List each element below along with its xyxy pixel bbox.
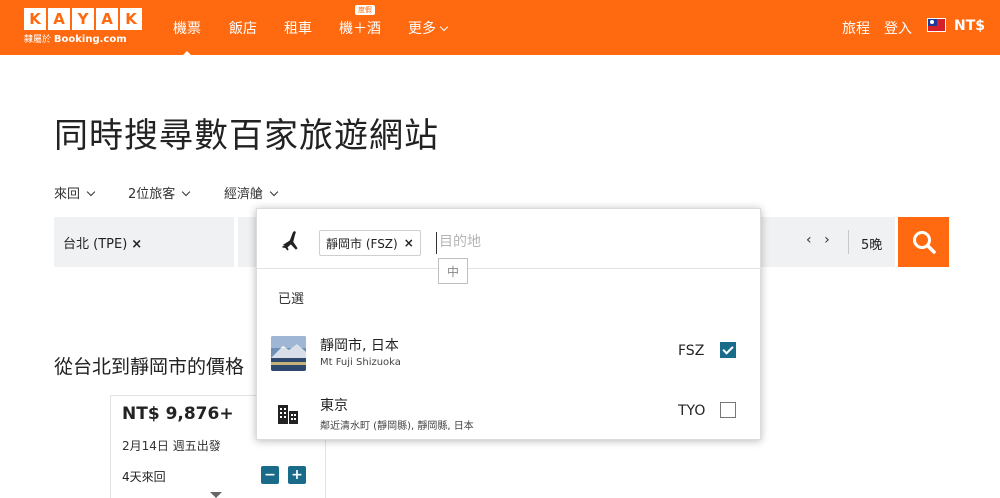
- airport-code: FSZ: [678, 343, 705, 359]
- chevron-left-icon[interactable]: ‹: [806, 232, 812, 248]
- close-icon[interactable]: ×: [131, 237, 142, 252]
- travelers-dropdown[interactable]: 2位旅客: [128, 183, 191, 202]
- origin-chip-label: 台北 (TPE): [63, 237, 128, 252]
- logo-letter: Y: [72, 8, 94, 30]
- currency-selector[interactable]: NT$: [954, 18, 985, 34]
- kayak-logo[interactable]: K A Y A K 隸屬於 Booking.com: [24, 8, 142, 45]
- nights-count: 5晚: [861, 238, 883, 253]
- destination-chip-label: 靜岡市 (FSZ): [326, 236, 398, 251]
- ime-indicator: 中: [438, 258, 468, 284]
- airport-code: TYO: [678, 403, 706, 419]
- result-subtitle: 鄰近清水町 (靜岡縣), 靜岡縣, 日本: [320, 421, 474, 432]
- destination-thumbnail: [271, 336, 306, 371]
- logo-letter: K: [120, 8, 142, 30]
- nav-login[interactable]: 登入: [884, 18, 912, 38]
- logo-letter: K: [24, 8, 46, 30]
- text-cursor: [436, 232, 437, 254]
- nav-more[interactable]: 更多: [408, 18, 449, 38]
- logo-letters: K A Y A K: [24, 8, 142, 30]
- logo-tagline-brand: Booking.com: [53, 34, 127, 45]
- top-navbar: K A Y A K 隸屬於 Booking.com 機票 飯店 租車 度假 機＋…: [0, 0, 1000, 58]
- destination-input[interactable]: [439, 229, 639, 255]
- decrease-button[interactable]: −: [261, 466, 279, 484]
- card-pointer: [210, 492, 222, 498]
- nav-trips[interactable]: 旅程: [842, 18, 870, 38]
- logo-letter: A: [48, 8, 70, 30]
- result-row-tyo[interactable]: 東京 鄰近清水町 (靜岡縣), 靜岡縣, 日本 TYO: [257, 391, 762, 451]
- departure-date: 2月14日 週五出發: [122, 439, 221, 453]
- trip-type-dropdown[interactable]: 來回: [54, 183, 96, 202]
- trip-length: 4天來回: [122, 470, 166, 484]
- plane-icon: [282, 231, 298, 251]
- chevron-down-icon: [86, 187, 96, 197]
- nav-hotels[interactable]: 飯店: [229, 18, 257, 38]
- search-button[interactable]: [898, 217, 949, 267]
- result-row-fsz[interactable]: 靜岡市, 日本 Mt Fuji Shizuoka FSZ: [257, 331, 762, 391]
- result-name: 東京: [320, 398, 348, 414]
- selected-heading: 已選: [278, 292, 305, 307]
- nav-more-label: 更多: [408, 21, 436, 37]
- building-icon: [278, 405, 298, 424]
- nav-cars[interactable]: 租車: [284, 18, 312, 38]
- cabin-dropdown[interactable]: 經濟艙: [224, 183, 279, 202]
- travelers-label: 2位旅客: [128, 187, 176, 202]
- chevron-down-icon: [269, 187, 279, 197]
- taiwan-flag-icon[interactable]: [927, 18, 946, 32]
- nav-flights[interactable]: 機票: [173, 18, 201, 58]
- page-root: K A Y A K 隸屬於 Booking.com 機票 飯店 租車 度假 機＋…: [0, 0, 1000, 498]
- destination-dropdown: 靜岡市 (FSZ) × 中 已選 靜岡市, 日本 Mt Fuji Shizuoka: [256, 208, 762, 440]
- price-section-title: 從台北到靜岡市的價格: [54, 356, 245, 378]
- page-title: 同時搜尋數百家旅遊網站: [54, 116, 439, 156]
- result-subtitle: Mt Fuji Shizuoka: [320, 357, 401, 368]
- chevron-down-icon: [182, 187, 191, 197]
- increase-button[interactable]: +: [288, 466, 306, 484]
- search-icon: [912, 231, 936, 254]
- price-amount: NT$ 9,876+: [122, 404, 234, 424]
- chevron-down-icon: [439, 22, 449, 32]
- packages-badge: 度假: [355, 5, 375, 15]
- logo-letter: A: [96, 8, 118, 30]
- result-checkbox-tyo[interactable]: [720, 402, 736, 418]
- cabin-label: 經濟艙: [224, 187, 264, 202]
- destination-input-row: 靜岡市 (FSZ) × 中: [257, 209, 762, 284]
- origin-chip[interactable]: 台北 (TPE) ×: [63, 233, 142, 252]
- logo-tagline: 隸屬於 Booking.com: [24, 32, 142, 45]
- trip-type-label: 來回: [54, 187, 81, 202]
- chevron-right-icon[interactable]: ›: [824, 232, 830, 248]
- nav-packages[interactable]: 機＋酒: [339, 18, 381, 38]
- close-icon[interactable]: ×: [404, 236, 414, 250]
- destination-chip[interactable]: 靜岡市 (FSZ) ×: [319, 230, 421, 256]
- result-name: 靜岡市, 日本: [320, 338, 399, 354]
- destination-field[interactable]: [238, 217, 256, 267]
- date-stepper: ‹ ›: [806, 232, 830, 248]
- divider: [848, 230, 849, 254]
- result-checkbox-fsz[interactable]: [720, 342, 736, 358]
- logo-tagline-text: 隸屬於: [24, 35, 52, 45]
